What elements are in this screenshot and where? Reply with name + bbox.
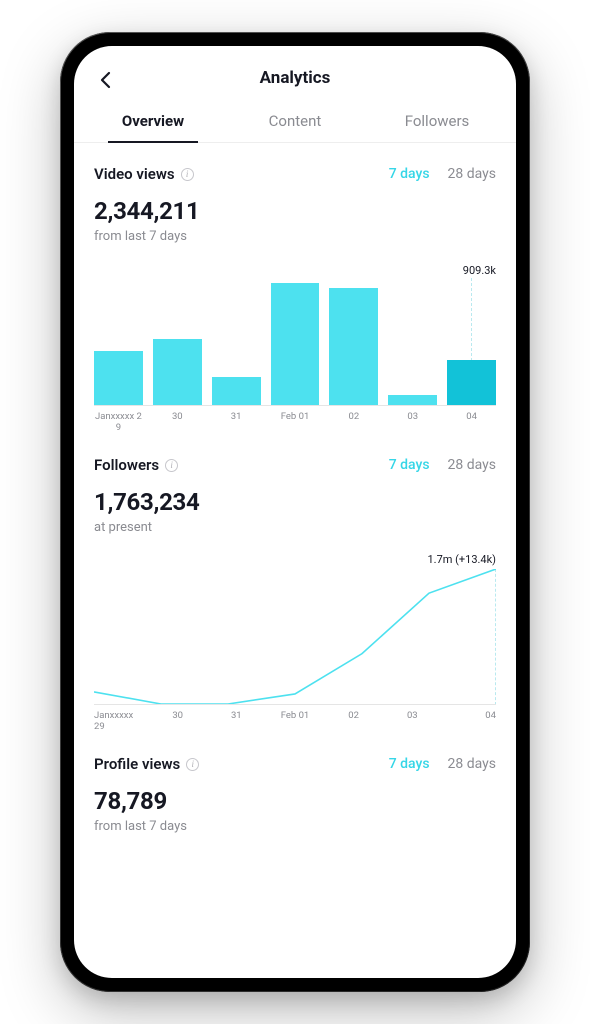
chart-bar	[388, 395, 437, 405]
chart-bar	[212, 377, 261, 405]
x-axis-label: 04	[447, 412, 496, 434]
x-axis-label: 04	[446, 711, 496, 733]
section-head: Profile views i 7 days 28 days	[94, 755, 496, 773]
followers-line-chart: 1.7m (+13.4k) Janxxxxx 29 30 31 Feb 01 02 03 0…	[94, 553, 496, 733]
followers-sub: at present	[94, 520, 496, 535]
x-axis-label: 31	[212, 412, 261, 434]
tab-followers[interactable]: Followers	[366, 102, 508, 142]
range-toggle: 7 days 28 days	[389, 756, 496, 772]
section-followers: Followers i 7 days 28 days 1,763,234 at …	[94, 434, 496, 733]
x-axis-label: 02	[329, 711, 379, 733]
profile-views-sub: from last 7 days	[94, 819, 496, 834]
section-head: Video views i 7 days 28 days	[94, 165, 496, 183]
chevron-left-icon	[99, 71, 113, 89]
tab-content[interactable]: Content	[224, 102, 366, 142]
x-axis-label: Janxxxxx 29	[94, 412, 143, 434]
video-views-bar-chart: 909.3k Janxxxxx 29 30 31 Feb 01 02 03 04	[94, 264, 496, 434]
page-title: Analytics	[260, 68, 331, 88]
range-7-days[interactable]: 7 days	[389, 457, 430, 473]
phone-frame: Analytics Overview Content Followers Vid…	[60, 32, 530, 992]
x-axis-label: 30	[153, 711, 203, 733]
x-axis-label: 30	[153, 412, 202, 434]
section-title-wrap: Video views i	[94, 165, 194, 183]
chart-bar	[329, 288, 378, 405]
info-icon[interactable]: i	[186, 758, 199, 771]
section-video-views: Video views i 7 days 28 days 2,344,211 f…	[94, 143, 496, 434]
chart-bar	[94, 351, 143, 405]
tab-overview[interactable]: Overview	[82, 102, 224, 142]
video-views-value: 2,344,211	[94, 197, 496, 225]
section-title: Video views	[94, 165, 175, 183]
bar-chart-x-labels: Janxxxxx 29 30 31 Feb 01 02 03 04	[94, 412, 496, 434]
section-title: Profile views	[94, 755, 180, 773]
info-icon[interactable]: i	[165, 459, 178, 472]
tabs: Overview Content Followers	[74, 102, 516, 143]
profile-views-value: 78,789	[94, 787, 496, 815]
section-head: Followers i 7 days 28 days	[94, 456, 496, 474]
x-axis-label: 02	[329, 412, 378, 434]
followers-value: 1,763,234	[94, 488, 496, 516]
range-7-days[interactable]: 7 days	[389, 166, 430, 182]
line-area	[94, 569, 496, 705]
header: Analytics	[74, 46, 516, 102]
bar-chart-annotation: 909.3k	[463, 264, 496, 277]
section-profile-views: Profile views i 7 days 28 days 78,789 fr…	[94, 733, 496, 834]
section-title: Followers	[94, 456, 159, 474]
range-toggle: 7 days 28 days	[389, 166, 496, 182]
chart-bar	[271, 283, 320, 405]
x-axis-label: 31	[211, 711, 261, 733]
line-chart-annotation: 1.7m (+13.4k)	[428, 553, 497, 566]
screen: Analytics Overview Content Followers Vid…	[74, 46, 516, 978]
bars-area	[94, 278, 496, 406]
chart-bar	[153, 339, 202, 405]
chart-bar	[447, 360, 496, 405]
section-title-wrap: Followers i	[94, 456, 178, 474]
line-svg	[94, 569, 496, 704]
video-views-sub: from last 7 days	[94, 229, 496, 244]
x-axis-label: Feb 01	[271, 412, 320, 434]
range-toggle: 7 days 28 days	[389, 457, 496, 473]
line-chart-x-labels: Janxxxxx 29 30 31 Feb 01 02 03 04	[94, 711, 496, 733]
range-28-days[interactable]: 28 days	[448, 457, 496, 473]
range-28-days[interactable]: 28 days	[448, 756, 496, 772]
x-axis-label: Janxxxxx 29	[94, 711, 144, 733]
content-scroll[interactable]: Video views i 7 days 28 days 2,344,211 f…	[74, 143, 516, 978]
info-icon[interactable]: i	[181, 168, 194, 181]
range-28-days[interactable]: 28 days	[448, 166, 496, 182]
x-axis-label: 03	[387, 711, 437, 733]
section-title-wrap: Profile views i	[94, 755, 199, 773]
x-axis-label: Feb 01	[270, 711, 320, 733]
back-button[interactable]	[94, 68, 118, 92]
x-axis-label: 03	[388, 412, 437, 434]
range-7-days[interactable]: 7 days	[389, 756, 430, 772]
